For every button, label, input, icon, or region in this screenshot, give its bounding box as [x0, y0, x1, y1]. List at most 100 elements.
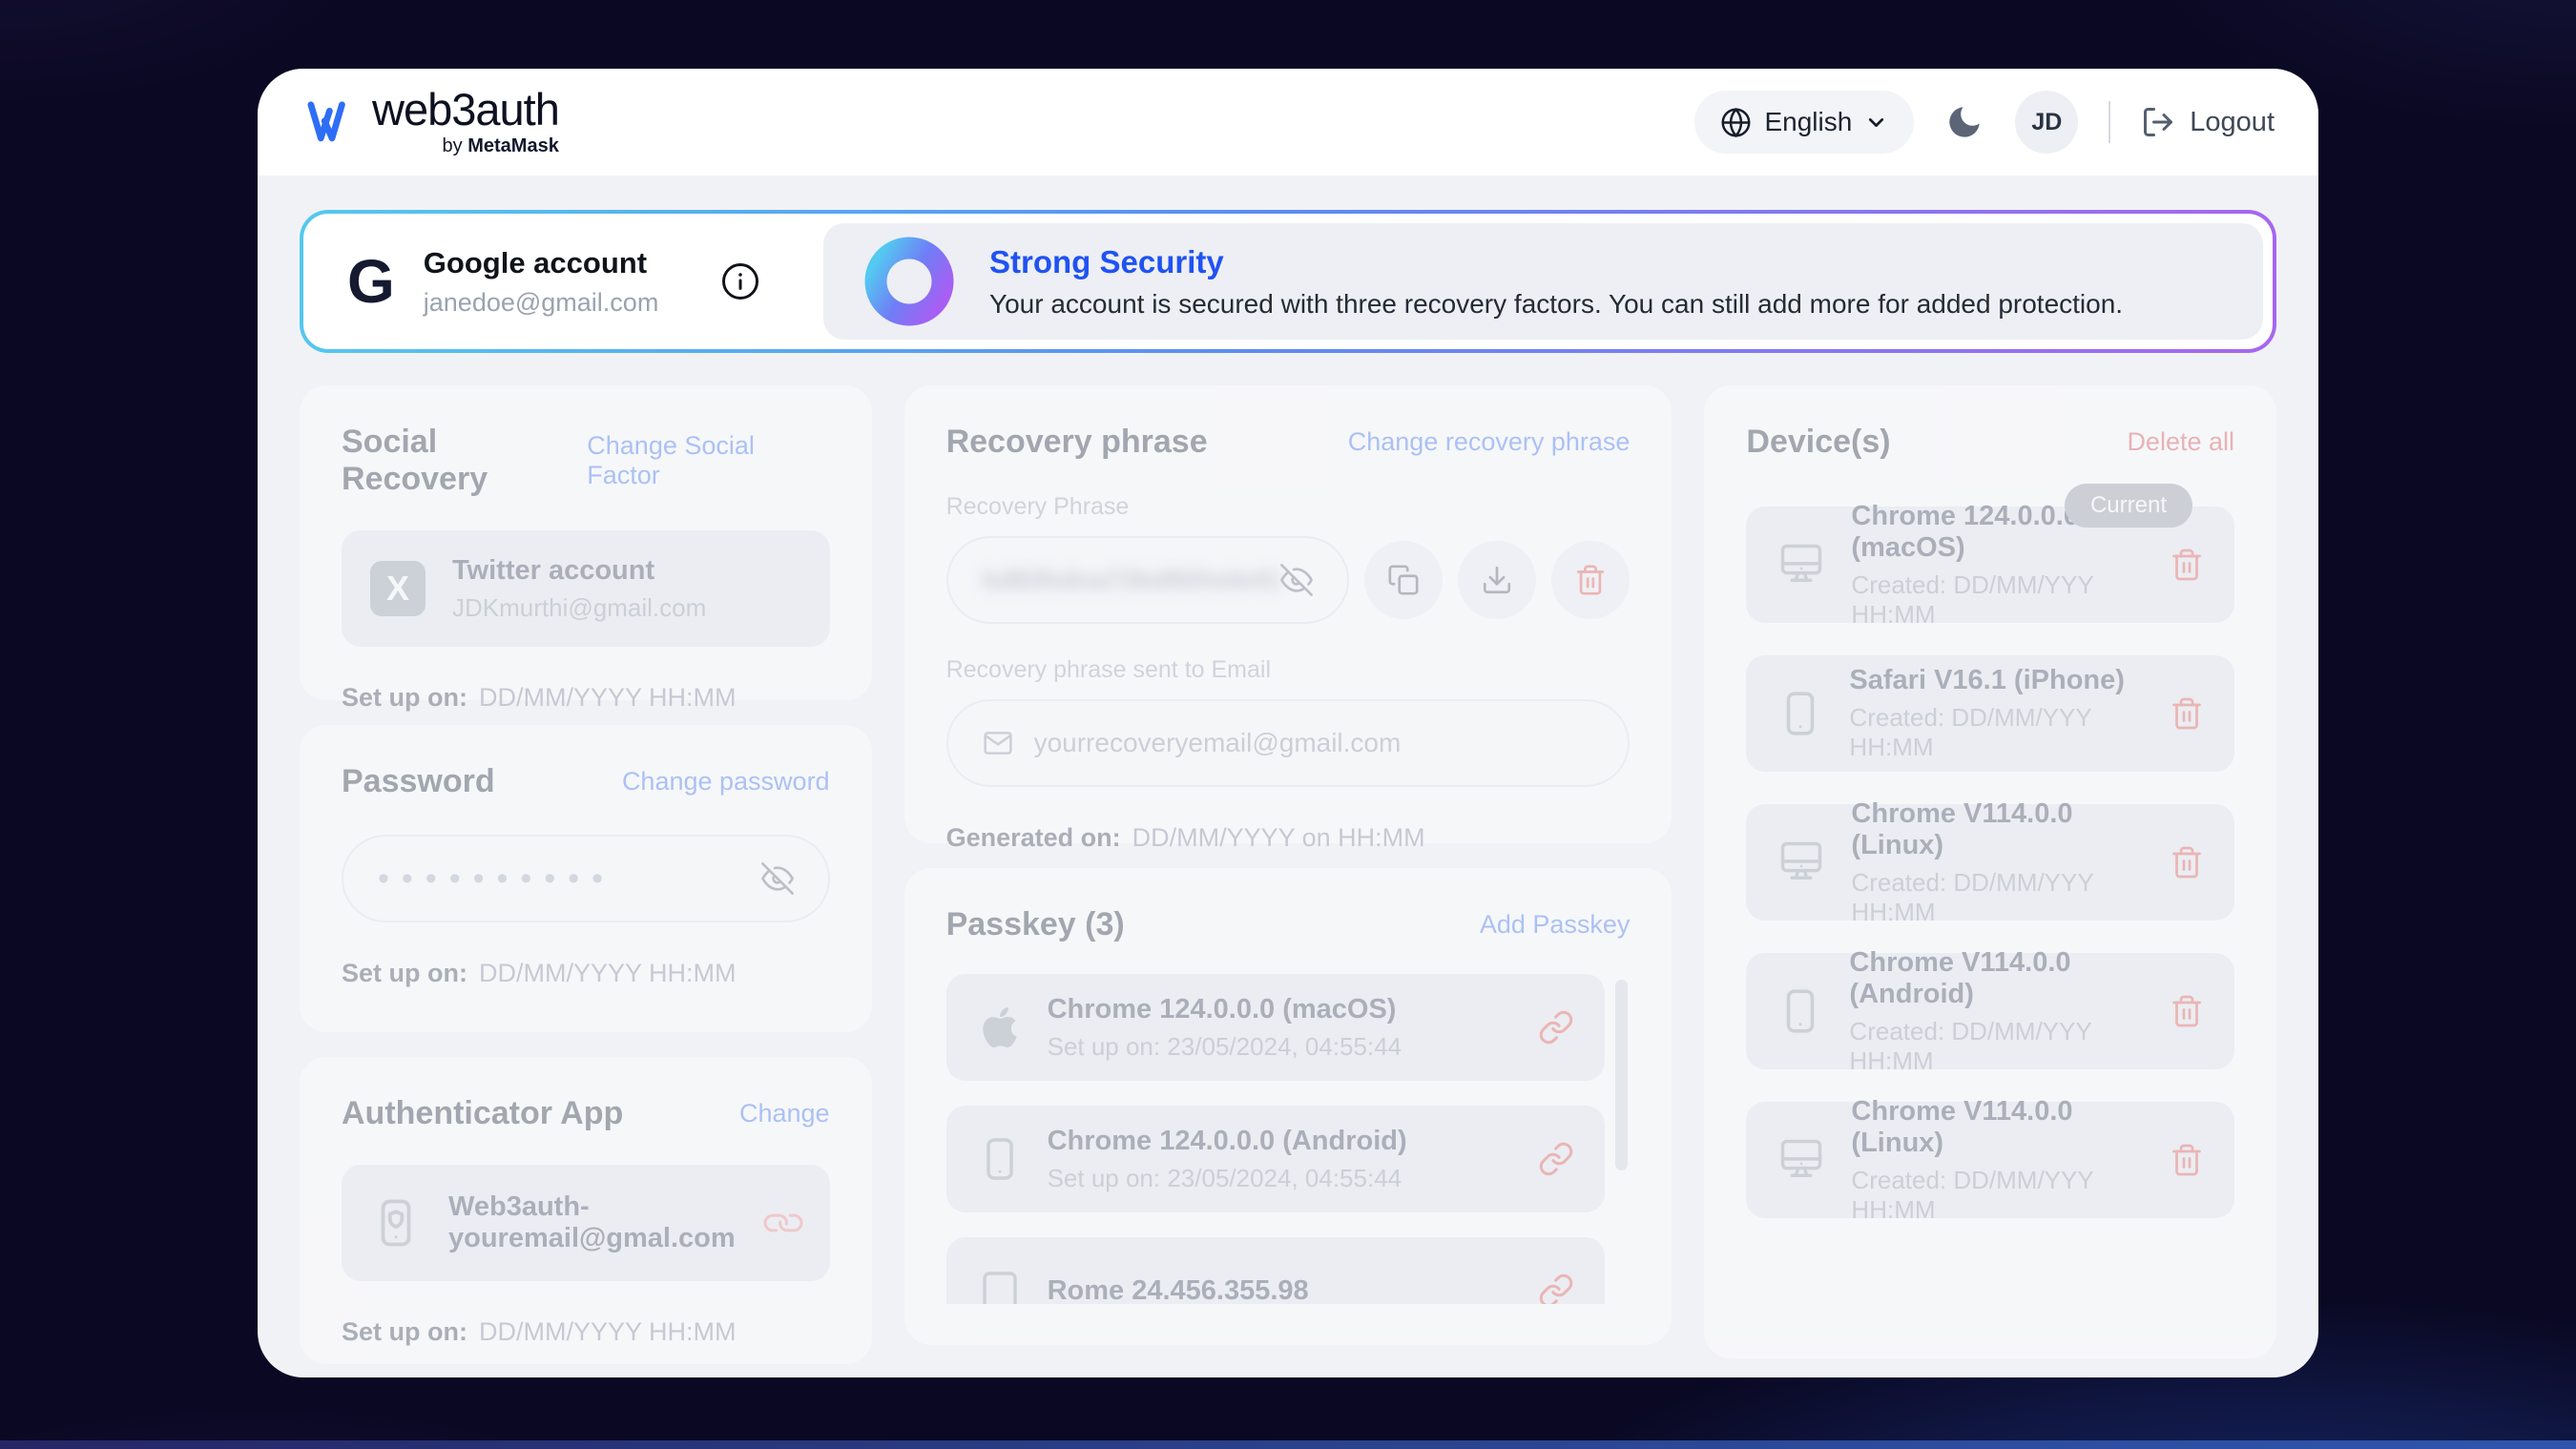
password-setup-label: Set up on:	[342, 959, 467, 987]
security-status-title: Strong Security	[989, 244, 2123, 280]
web3auth-w-icon	[307, 100, 357, 144]
device-item: Chrome V114.0.0 (Linux) Created: DD/MM/Y…	[1746, 1102, 2234, 1218]
delete-phrase-button[interactable]	[1551, 541, 1630, 619]
dark-mode-moon-icon[interactable]	[1944, 102, 1984, 142]
column-recovery-passkey: Recovery phrase Change recovery phrase R…	[904, 385, 1672, 1364]
device-item-wrap: Current Chrome 124.0.0.0 (macOS) Created…	[1746, 507, 2234, 623]
google-account-texts: Google account janedoe@gmail.com	[424, 246, 659, 318]
trash-icon[interactable]	[2170, 696, 2204, 731]
logo-name: web3auth	[372, 87, 559, 132]
main-panel: web3auth by MetaMask English	[258, 69, 2318, 1377]
link-icon[interactable]	[1538, 1273, 1574, 1304]
logo-by: by	[443, 135, 468, 156]
add-passkey-link[interactable]: Add Passkey	[1480, 910, 1631, 940]
passkey-device: Chrome 124.0.0.0 (macOS)	[1048, 994, 1514, 1025]
logo-text: web3auth by MetaMask	[372, 87, 559, 157]
device-created: Created: DD/MM/YYY HH:MM	[1851, 570, 2145, 630]
account-security-banner: G Google account janedoe@gmail.com	[300, 210, 2276, 353]
logo-metamask: MetaMask	[467, 135, 559, 156]
change-social-factor-link[interactable]: Change Social Factor	[587, 431, 829, 490]
social-recovery-title: Social Recovery	[342, 424, 587, 498]
recovery-phrase-card: Recovery phrase Change recovery phrase R…	[904, 385, 1672, 843]
recovery-email-input[interactable]: yourrecoveryemail@gmail.com	[946, 699, 1631, 787]
passkey-device: Rome 24.456.355.98	[1048, 1275, 1514, 1305]
device-created: Created: DD/MM/YYY HH:MM	[1849, 1017, 2145, 1076]
device-item-wrap: Chrome V114.0.0 (Linux) Created: DD/MM/Y…	[1746, 804, 2234, 921]
password-masked-value: ••••••••••	[378, 862, 761, 895]
globe-icon	[1720, 107, 1752, 138]
device-name: Chrome V114.0.0 (Linux)	[1851, 1096, 2145, 1159]
recovery-generated-row: Generated on: DD/MM/YYYY on HH:MM	[946, 823, 1631, 853]
twitter-account-email: JDKmurthi@gmail.com	[452, 593, 801, 623]
device-name: Chrome V114.0.0 (Android)	[1849, 947, 2145, 1010]
phone-icon	[1776, 987, 1824, 1035]
social-setup-value: DD/MM/YYYY HH:MM	[479, 683, 737, 712]
header-divider	[2109, 101, 2110, 143]
desktop-icon	[1776, 1135, 1826, 1185]
link-icon[interactable]	[1538, 1009, 1574, 1045]
recovery-phrase-input[interactable]: kd83hdna72kd92hsle41	[946, 536, 1350, 624]
security-status-description: Your account is secured with three recov…	[989, 289, 2123, 320]
change-recovery-phrase-link[interactable]: Change recovery phrase	[1348, 427, 1631, 457]
password-card: Password Change password •••••••••• Set …	[300, 725, 872, 1032]
google-g-icon: G	[347, 251, 395, 312]
language-selector[interactable]: English	[1694, 91, 1914, 154]
link-icon[interactable]	[1538, 1141, 1574, 1177]
password-input[interactable]: ••••••••••	[342, 835, 830, 922]
passkey-setup: Set up on: 23/05/2024, 04:55:44	[1048, 1164, 1514, 1193]
copy-phrase-button[interactable]	[1364, 541, 1443, 619]
change-authenticator-link[interactable]: Change	[739, 1099, 830, 1128]
trash-icon[interactable]	[2170, 1143, 2204, 1177]
logout-label: Logout	[2190, 107, 2275, 138]
tablet-icon	[977, 1268, 1023, 1304]
recovery-phrase-label: Recovery Phrase	[946, 493, 1631, 521]
password-setup-row: Set up on: DD/MM/YYYY HH:MM	[342, 959, 830, 988]
recovery-phrase-masked: kd83hdna72kd92hsle41	[983, 565, 1281, 595]
logout-icon	[2141, 105, 2175, 139]
passkey-item: Chrome 124.0.0.0 (Android) Set up on: 23…	[946, 1106, 1606, 1212]
passkey-scrollbar[interactable]	[1615, 980, 1628, 1170]
logout-button[interactable]: Logout	[2141, 105, 2275, 139]
unlink-icon[interactable]	[765, 1205, 801, 1241]
mail-icon	[983, 728, 1013, 758]
x-twitter-icon: X	[370, 561, 426, 616]
passkey-card: Passkey (3) Add Passkey Chrome 124.0.0.0…	[904, 868, 1672, 1345]
generated-value: DD/MM/YYYY on HH:MM	[1132, 823, 1425, 852]
trash-icon[interactable]	[2170, 994, 2204, 1028]
device-item: Safari V16.1 (iPhone) Created: DD/MM/YYY…	[1746, 655, 2234, 772]
user-avatar[interactable]: JD	[2015, 91, 2078, 154]
change-password-link[interactable]: Change password	[622, 767, 830, 797]
google-account-block: G Google account janedoe@gmail.com	[303, 214, 823, 349]
device-created: Created: DD/MM/YYY HH:MM	[1849, 703, 2145, 762]
passkey-device: Chrome 124.0.0.0 (Android)	[1048, 1126, 1514, 1157]
delete-all-link[interactable]: Delete all	[2127, 427, 2234, 457]
authenticator-setup-value: DD/MM/YYYY HH:MM	[479, 1317, 737, 1346]
device-created: Created: DD/MM/YYY HH:MM	[1851, 1166, 2145, 1225]
eye-off-icon[interactable]	[761, 862, 794, 895]
phone-icon	[977, 1136, 1023, 1182]
trash-icon[interactable]	[2170, 845, 2204, 880]
header-controls: English JD Logout	[1694, 91, 2275, 154]
authenticator-app-card: Authenticator App Change Web3auth-yourem…	[300, 1057, 872, 1364]
trash-icon[interactable]	[2170, 548, 2204, 582]
download-phrase-button[interactable]	[1458, 541, 1536, 619]
passkey-item: Rome 24.456.355.98	[946, 1237, 1606, 1304]
device-item-wrap: Safari V16.1 (iPhone) Created: DD/MM/YYY…	[1746, 655, 2234, 772]
logo-byline: by MetaMask	[443, 135, 559, 157]
language-label: English	[1764, 107, 1852, 137]
authenticator-title: Authenticator App	[342, 1095, 623, 1132]
info-icon[interactable]	[720, 261, 760, 301]
security-ring-icon	[863, 236, 955, 327]
device-created: Created: DD/MM/YYY HH:MM	[1851, 868, 2145, 927]
security-status-texts: Strong Security Your account is secured …	[989, 244, 2123, 320]
devices-title: Device(s)	[1746, 424, 1890, 461]
passkey-list[interactable]: Chrome 124.0.0.0 (macOS) Set up on: 23/0…	[946, 974, 1631, 1304]
bottom-glow-line	[0, 1440, 2576, 1449]
phone-icon	[1776, 690, 1824, 737]
authenticator-account-item: Web3auth-youremail@gmal.com	[342, 1165, 830, 1281]
device-name: Chrome V114.0.0 (Linux)	[1851, 798, 2145, 861]
password-setup-value: DD/MM/YYYY HH:MM	[479, 959, 737, 987]
security-status-panel: Strong Security Your account is secured …	[823, 223, 2263, 340]
generated-label: Generated on:	[946, 823, 1121, 852]
eye-off-icon[interactable]	[1280, 564, 1313, 596]
